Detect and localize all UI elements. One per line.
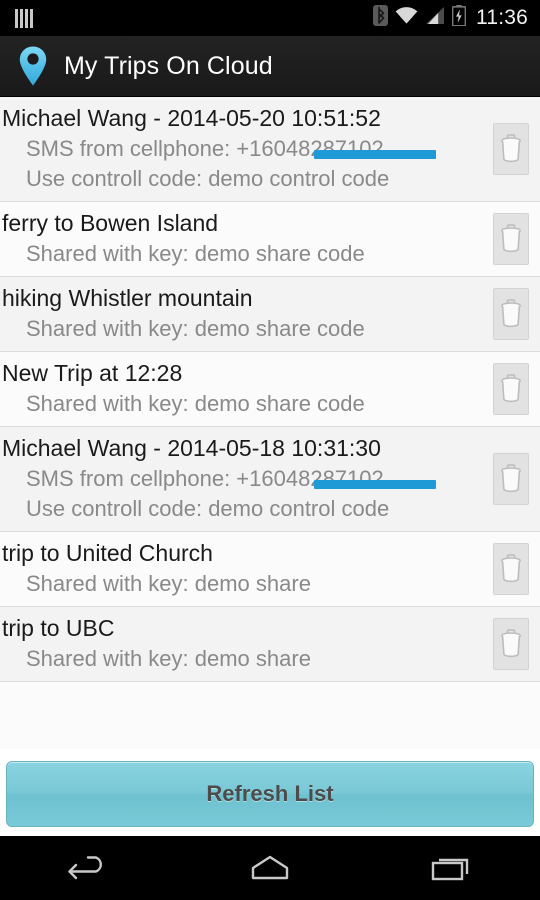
table-row[interactable]: trip to UBC Shared with key: demo share: [0, 607, 540, 682]
trip-title: trip to UBC: [2, 615, 115, 641]
table-row[interactable]: New Trip at 12:28 Shared with key: demo s…: [0, 352, 540, 427]
page-title: My Trips On Cloud: [64, 51, 273, 80]
nav-back-button[interactable]: [0, 836, 180, 900]
delete-trip-button[interactable]: [493, 287, 529, 340]
trash-icon: [499, 373, 523, 404]
wifi-icon: [395, 6, 418, 30]
table-row[interactable]: Michael Wang - 2014-05-18 10:31:30 SMS fr…: [0, 427, 540, 532]
delete-trip-button[interactable]: [493, 617, 529, 670]
trip-row-texts: trip to United Church Shared with key: de…: [0, 538, 487, 599]
trash-icon: [499, 298, 523, 329]
nav-recents-button[interactable]: [360, 836, 540, 900]
trip-subtitle-primary: SMS from cellphone: +16048287102: [2, 134, 487, 164]
trip-row-texts: Michael Wang - 2014-05-20 10:51:52 SMS fr…: [0, 103, 487, 194]
trash-icon: [499, 553, 523, 584]
trips-list-container[interactable]: Michael Wang - 2014-05-20 10:51:52 SMS fr…: [0, 97, 540, 749]
bluetooth-icon: [373, 5, 388, 31]
status-bar-left: [10, 8, 33, 28]
delete-trip-button[interactable]: [493, 452, 529, 505]
trash-icon: [499, 628, 523, 659]
trip-title: hiking Whistler mountain: [2, 285, 253, 311]
trip-title: Michael Wang - 2014-05-18 10:31:30: [2, 435, 381, 461]
map-pin-icon: [18, 45, 48, 87]
trip-subtitle-primary: Shared with key: demo share code: [26, 316, 365, 341]
home-icon: [242, 851, 298, 885]
nav-home-button[interactable]: [180, 836, 360, 900]
status-bar-right: 11:36: [373, 5, 528, 31]
redaction-mark: [314, 480, 436, 489]
delete-trip-button[interactable]: [493, 122, 529, 175]
trip-subtitle-primary: Shared with key: demo share code: [26, 241, 365, 266]
table-row[interactable]: hiking Whistler mountain Shared with key:…: [0, 277, 540, 352]
recents-icon: [424, 851, 476, 885]
delete-trip-button[interactable]: [493, 542, 529, 595]
trip-subtitle-primary: SMS from cellphone: +16048287102: [2, 464, 487, 494]
trip-row-texts: trip to UBC Shared with key: demo share: [0, 613, 487, 674]
trip-row-texts: hiking Whistler mountain Shared with key:…: [0, 283, 487, 344]
trip-subtitle-primary: Shared with key: demo share: [26, 646, 311, 671]
delete-trip-button[interactable]: [493, 212, 529, 265]
table-row[interactable]: Michael Wang - 2014-05-20 10:51:52 SMS fr…: [0, 97, 540, 202]
trip-title: trip to United Church: [2, 540, 213, 566]
redaction-mark: [314, 150, 436, 159]
status-bar: 11:36: [0, 0, 540, 36]
trash-icon: [499, 223, 523, 254]
trip-title: New Trip at 12:28: [2, 360, 183, 386]
delete-trip-button[interactable]: [493, 362, 529, 415]
trash-icon: [499, 463, 523, 494]
signal-bars-icon: [10, 8, 33, 28]
trip-subtitle-secondary: Use controll code: demo control code: [26, 496, 390, 521]
table-row[interactable]: trip to United Church Shared with key: de…: [0, 532, 540, 607]
footer-bar: Refresh List: [0, 749, 540, 836]
trash-icon: [499, 133, 523, 164]
phone-screen: 11:36 My Trips On Cloud Michael Wang - 2…: [0, 0, 540, 900]
refresh-list-button[interactable]: Refresh List: [6, 761, 534, 827]
trip-row-texts: ferry to Bowen Island Shared with key: de…: [0, 208, 487, 269]
android-nav-bar: [0, 836, 540, 900]
action-bar: My Trips On Cloud: [0, 36, 540, 97]
trip-title: Michael Wang - 2014-05-20 10:51:52: [2, 105, 381, 131]
cellular-signal-icon: [425, 6, 445, 30]
trips-list: Michael Wang - 2014-05-20 10:51:52 SMS fr…: [0, 97, 540, 682]
trip-subtitle-primary: Shared with key: demo share: [26, 571, 311, 596]
trip-row-texts: New Trip at 12:28 Shared with key: demo s…: [0, 358, 487, 419]
back-icon: [66, 851, 114, 885]
trip-subtitle-primary: Shared with key: demo share code: [26, 391, 365, 416]
table-row[interactable]: ferry to Bowen Island Shared with key: de…: [0, 202, 540, 277]
status-bar-clock: 11:36: [476, 6, 528, 29]
battery-charging-icon: [451, 5, 467, 31]
trip-row-texts: Michael Wang - 2014-05-18 10:31:30 SMS fr…: [0, 433, 487, 524]
trip-subtitle-secondary: Use controll code: demo control code: [26, 166, 390, 191]
trip-title: ferry to Bowen Island: [2, 210, 219, 236]
